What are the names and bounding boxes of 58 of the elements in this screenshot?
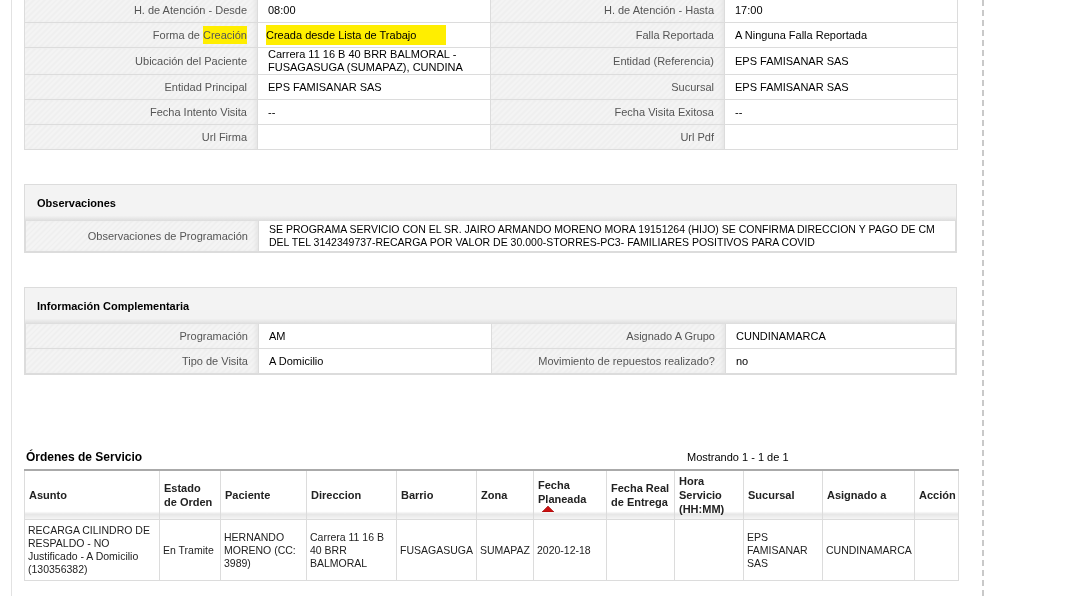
field-value: CUNDINAMARCA <box>725 324 956 349</box>
table-cell: RECARGA CILINDRO DE RESPALDO - NO Justificado - A Domicilio (130356382) <box>24 519 160 581</box>
field-label: Url Firma <box>24 124 258 150</box>
field-label: Forma de Creación <box>24 22 258 48</box>
section-title: Observaciones <box>37 197 116 209</box>
field-label: Ubicación del Paciente <box>24 47 258 75</box>
paging-info: Mostrando 1 - 1 de 1 <box>687 451 790 463</box>
field-label: Movimiento de repuestos realizado? <box>491 348 726 374</box>
field-value: EPS FAMISANAR SAS <box>724 47 958 75</box>
field-value: EPS FAMISANAR SAS <box>724 74 958 100</box>
field-label: Tipo de Visita <box>25 348 259 374</box>
field-value: SE PROGRAMA SERVICIO CON EL SR. JAIRO ARMANDO MORENO MORA 19151264 (HIJO) SE CONFIRMA DIRECCION Y PAGO DE CM DEL TEL 3142349737-RECARGA POR VALOR DE 30.000-STORRES-PC3- FAMILIARES POSITIVOS PARA COVID <box>258 221 956 252</box>
field-label: H. de Atención - Desde <box>24 0 258 23</box>
column-header[interactable]: Direccion <box>306 470 397 520</box>
table-cell: HERNANDO MORENO (CC: 3989) <box>220 519 307 581</box>
table-cell: Carrera 11 16 B 40 BRR BALMORAL <box>306 519 397 581</box>
column-header[interactable]: Hora Servicio (HH:MM) <box>674 470 744 520</box>
field-value: Creada desde Lista de Trabajo <box>257 22 491 48</box>
column-header[interactable]: Estado de Orden <box>159 470 221 520</box>
field-label: Fecha Visita Exitosa <box>490 99 725 125</box>
table-cell: En Tramite <box>159 519 221 581</box>
table-cell: EPS FAMISANAR SAS <box>743 519 823 581</box>
table-title: Órdenes de Servicio <box>25 450 144 464</box>
field-label: Entidad (Referencia) <box>490 47 725 75</box>
field-label: Sucursal <box>490 74 725 100</box>
column-header[interactable]: Fecha Planeada <box>533 470 607 520</box>
table-cell: 2020-12-18 <box>533 519 607 581</box>
field-label: H. de Atención - Hasta <box>490 0 725 23</box>
column-header[interactable]: Asignado a <box>822 470 915 520</box>
field-value: EPS FAMISANAR SAS <box>257 74 491 100</box>
field-label: Entidad Principal <box>24 74 258 100</box>
field-value: 08:00 <box>257 0 491 23</box>
field-value: no <box>725 348 956 374</box>
column-header[interactable]: Sucursal <box>743 470 823 520</box>
field-value: 17:00 <box>724 0 958 23</box>
field-value: A Ninguna Falla Reportada <box>724 22 958 48</box>
column-header[interactable]: Barrio <box>396 470 477 520</box>
field-label: Fecha Intento Visita <box>24 99 258 125</box>
field-label: Observaciones de Programación <box>25 221 259 252</box>
column-header[interactable]: Acción <box>914 470 959 520</box>
field-value: -- <box>257 99 491 125</box>
field-value: A Domicilio <box>258 348 492 374</box>
table-cell: FUSAGASUGA <box>396 519 477 581</box>
field-value: -- <box>724 99 958 125</box>
sort-ascending-icon <box>542 506 554 512</box>
field-value: Carrera 11 16 B 40 BRR BALMORAL - FUSAGASUGA (SUMAPAZ), CUNDINA <box>257 47 491 75</box>
table-cell: CUNDINAMARCA <box>822 519 915 581</box>
table-cell: SUMAPAZ <box>476 519 534 581</box>
field-label: Programación <box>25 324 259 349</box>
field-label: Falla Reportada <box>490 22 725 48</box>
field-label: Url Pdf <box>490 124 725 150</box>
column-header[interactable]: Paciente <box>220 470 307 520</box>
column-header[interactable]: Zona <box>476 470 534 520</box>
column-header[interactable]: Fecha Real de Entrega <box>606 470 675 520</box>
field-label: Asignado A Grupo <box>491 324 726 349</box>
section-title: Información Complementaria <box>37 300 190 312</box>
field-value: AM <box>258 324 492 349</box>
column-header[interactable]: Asunto <box>24 470 160 520</box>
